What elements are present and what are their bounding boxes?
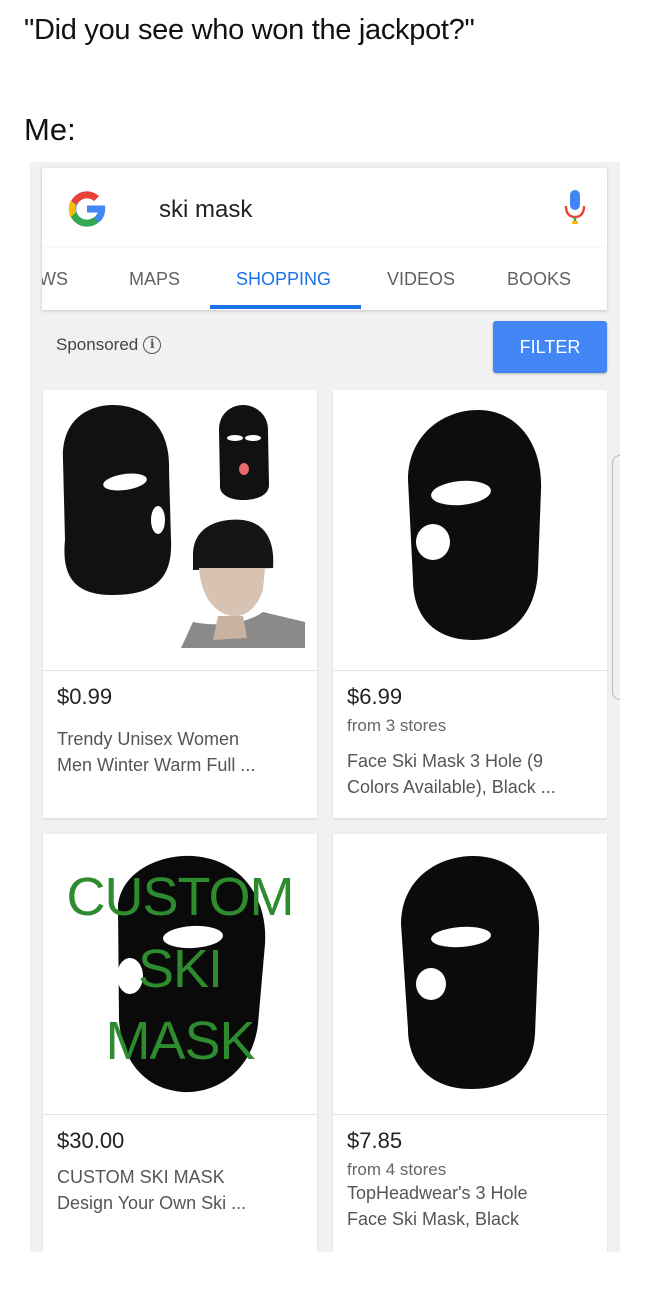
- custom-text-line: CUSTOM: [66, 867, 294, 927]
- product-card[interactable]: CUSTOM SKI MASK $30.00 CUSTOM SKI MASK D…: [43, 834, 317, 1252]
- product-title-line: TopHeadwear's 3 Hole: [347, 1183, 528, 1203]
- meme-caption: "Did you see who won the jackpot?": [24, 14, 475, 46]
- search-bar[interactable]: ski mask: [42, 168, 607, 248]
- google-shopping-screen: ski mask WS MAPS SHOPPING VIDEOS BOOKS S…: [30, 162, 620, 1252]
- product-price: $0.99: [57, 684, 113, 709]
- google-g-icon: [68, 191, 106, 227]
- product-title-line: Colors Available), Black ...: [347, 777, 556, 797]
- tab-videos[interactable]: VIDEOS: [387, 269, 455, 290]
- store-count: from 4 stores: [347, 1160, 447, 1179]
- product-title-line: Trendy Unisex Women: [57, 729, 240, 749]
- product-title[interactable]: Face Ski Mask 3 Hole (9 Colors Available…: [347, 748, 597, 800]
- tab-books[interactable]: BOOKS: [507, 269, 571, 290]
- sponsored-text: Sponsored: [56, 335, 139, 354]
- product-image: [333, 390, 607, 670]
- product-image: [333, 834, 607, 1114]
- product-title[interactable]: CUSTOM SKI MASK Design Your Own Ski ...: [57, 1164, 307, 1216]
- info-icon[interactable]: i: [143, 336, 162, 354]
- card-divider: [43, 1114, 317, 1115]
- product-title-line: Men Winter Warm Full ...: [57, 755, 256, 775]
- product-card[interactable]: $0.99 Trendy Unisex Women Men Winter War…: [43, 390, 317, 818]
- store-count: from 3 stores: [347, 716, 447, 735]
- product-card[interactable]: $6.99 from 3 stores Face Ski Mask 3 Hole…: [333, 390, 607, 818]
- filter-button[interactable]: FILTER: [493, 321, 607, 373]
- search-query[interactable]: ski mask: [159, 196, 252, 224]
- card-divider: [333, 670, 607, 671]
- product-image: [43, 390, 317, 670]
- product-price: $7.85: [347, 1128, 403, 1153]
- active-tab-indicator: [210, 305, 361, 309]
- scroll-edge-handle[interactable]: [612, 455, 620, 700]
- product-title[interactable]: Trendy Unisex Women Men Winter Warm Full…: [57, 726, 307, 778]
- product-price: $30.00: [57, 1128, 125, 1153]
- product-title-line: Face Ski Mask, Black: [347, 1209, 520, 1229]
- card-divider: [43, 670, 317, 671]
- product-price: $6.99: [347, 684, 403, 709]
- sponsored-label: Sponsored i: [56, 335, 162, 355]
- microphone-icon[interactable]: [564, 188, 586, 228]
- product-card[interactable]: $7.85 from 4 stores TopHeadwear's 3 Hole…: [333, 834, 607, 1252]
- product-title-line: Design Your Own Ski ...: [57, 1193, 247, 1213]
- card-divider: [333, 1114, 607, 1115]
- tab-maps[interactable]: MAPS: [129, 269, 180, 290]
- tab-news[interactable]: WS: [42, 269, 68, 290]
- product-title[interactable]: TopHeadwear's 3 Hole Face Ski Mask, Blac…: [347, 1180, 597, 1232]
- meme-me-label: Me:: [24, 112, 76, 147]
- custom-text-line: MASK: [105, 1011, 255, 1071]
- custom-text-line: SKI: [137, 939, 223, 999]
- search-tabs: WS MAPS SHOPPING VIDEOS BOOKS: [42, 248, 607, 310]
- tab-shopping[interactable]: SHOPPING: [236, 269, 331, 290]
- product-title-line: Face Ski Mask 3 Hole (9: [347, 751, 544, 771]
- product-title-line: CUSTOM SKI MASK: [57, 1167, 225, 1187]
